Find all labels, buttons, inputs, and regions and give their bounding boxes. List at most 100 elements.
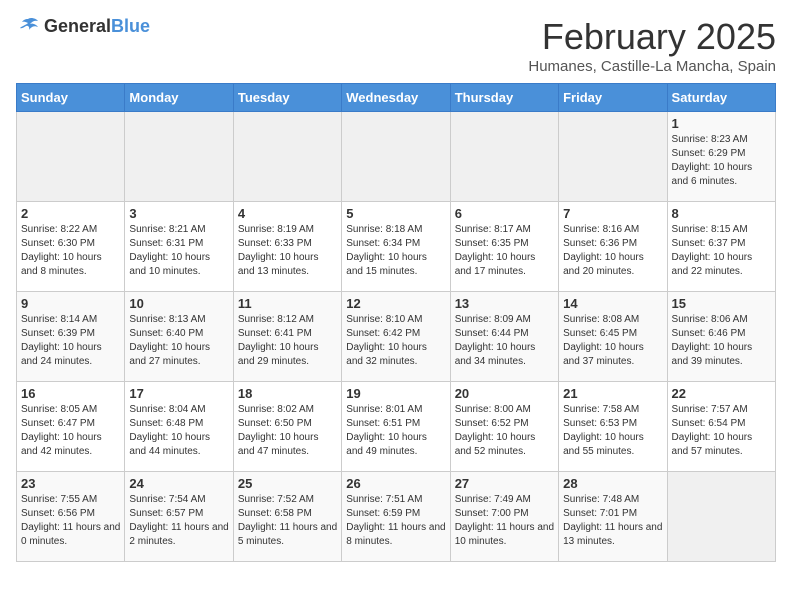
day-number: 25 bbox=[238, 476, 337, 491]
calendar-cell: 14 Sunrise: 8:08 AM Sunset: 6:45 PM Dayli… bbox=[559, 292, 667, 382]
calendar-cell: 3 Sunrise: 8:21 AM Sunset: 6:31 PM Daylig… bbox=[125, 202, 233, 292]
weekday-header-sunday: Sunday bbox=[17, 84, 125, 112]
day-number: 19 bbox=[346, 386, 445, 401]
calendar-cell: 25 Sunrise: 7:52 AM Sunset: 6:58 PM Dayli… bbox=[233, 472, 341, 562]
calendar-cell bbox=[450, 112, 558, 202]
day-number: 6 bbox=[455, 206, 554, 221]
calendar-cell bbox=[342, 112, 450, 202]
calendar-cell bbox=[667, 472, 775, 562]
day-number: 8 bbox=[672, 206, 771, 221]
logo: GeneralBlue bbox=[16, 16, 150, 37]
calendar-cell: 22 Sunrise: 7:57 AM Sunset: 6:54 PM Dayli… bbox=[667, 382, 775, 472]
cell-info: Sunrise: 8:19 AM Sunset: 6:33 PM Dayligh… bbox=[238, 223, 337, 279]
calendar-cell: 2 Sunrise: 8:22 AM Sunset: 6:30 PM Daylig… bbox=[17, 202, 125, 292]
cell-info: Sunrise: 8:13 AM Sunset: 6:40 PM Dayligh… bbox=[129, 313, 228, 369]
day-number: 14 bbox=[563, 296, 662, 311]
calendar-cell bbox=[559, 112, 667, 202]
calendar-week-2: 2 Sunrise: 8:22 AM Sunset: 6:30 PM Daylig… bbox=[17, 202, 776, 292]
cell-info: Sunrise: 7:55 AM Sunset: 6:56 PM Dayligh… bbox=[21, 493, 120, 549]
cell-info: Sunrise: 8:22 AM Sunset: 6:30 PM Dayligh… bbox=[21, 223, 120, 279]
calendar-cell: 13 Sunrise: 8:09 AM Sunset: 6:44 PM Dayli… bbox=[450, 292, 558, 382]
header: GeneralBlue February 2025 Humanes, Casti… bbox=[16, 16, 776, 75]
calendar-cell: 8 Sunrise: 8:15 AM Sunset: 6:37 PM Daylig… bbox=[667, 202, 775, 292]
cell-info: Sunrise: 7:58 AM Sunset: 6:53 PM Dayligh… bbox=[563, 403, 662, 459]
day-number: 28 bbox=[563, 476, 662, 491]
calendar-cell bbox=[125, 112, 233, 202]
calendar-cell: 12 Sunrise: 8:10 AM Sunset: 6:42 PM Dayli… bbox=[342, 292, 450, 382]
cell-info: Sunrise: 7:54 AM Sunset: 6:57 PM Dayligh… bbox=[129, 493, 228, 549]
cell-info: Sunrise: 8:21 AM Sunset: 6:31 PM Dayligh… bbox=[129, 223, 228, 279]
cell-info: Sunrise: 8:05 AM Sunset: 6:47 PM Dayligh… bbox=[21, 403, 120, 459]
day-number: 26 bbox=[346, 476, 445, 491]
cell-info: Sunrise: 7:49 AM Sunset: 7:00 PM Dayligh… bbox=[455, 493, 554, 549]
calendar-cell: 5 Sunrise: 8:18 AM Sunset: 6:34 PM Daylig… bbox=[342, 202, 450, 292]
logo-text: GeneralBlue bbox=[44, 16, 150, 37]
weekday-header-friday: Friday bbox=[559, 84, 667, 112]
cell-info: Sunrise: 8:14 AM Sunset: 6:39 PM Dayligh… bbox=[21, 313, 120, 369]
cell-info: Sunrise: 8:12 AM Sunset: 6:41 PM Dayligh… bbox=[238, 313, 337, 369]
calendar-cell: 28 Sunrise: 7:48 AM Sunset: 7:01 PM Dayli… bbox=[559, 472, 667, 562]
cell-info: Sunrise: 7:51 AM Sunset: 6:59 PM Dayligh… bbox=[346, 493, 445, 549]
calendar-cell: 20Sunrise: 8:00 AM Sunset: 6:52 PM Dayli… bbox=[450, 382, 558, 472]
logo-general: General bbox=[44, 16, 111, 36]
weekday-header-wednesday: Wednesday bbox=[342, 84, 450, 112]
calendar-subtitle: Humanes, Castille-La Mancha, Spain bbox=[528, 58, 776, 75]
calendar-cell: 9 Sunrise: 8:14 AM Sunset: 6:39 PM Daylig… bbox=[17, 292, 125, 382]
calendar-table: SundayMondayTuesdayWednesdayThursdayFrid… bbox=[16, 83, 776, 562]
cell-info: Sunrise: 8:06 AM Sunset: 6:46 PM Dayligh… bbox=[672, 313, 771, 369]
day-number: 17 bbox=[129, 386, 228, 401]
day-number: 10 bbox=[129, 296, 228, 311]
day-number: 2 bbox=[21, 206, 120, 221]
weekday-header-tuesday: Tuesday bbox=[233, 84, 341, 112]
calendar-cell: 19 Sunrise: 8:01 AM Sunset: 6:51 PM Dayli… bbox=[342, 382, 450, 472]
cell-info: Sunrise: 8:04 AM Sunset: 6:48 PM Dayligh… bbox=[129, 403, 228, 459]
weekday-header-row: SundayMondayTuesdayWednesdayThursdayFrid… bbox=[17, 84, 776, 112]
cell-info: Sunrise: 7:52 AM Sunset: 6:58 PM Dayligh… bbox=[238, 493, 337, 549]
day-number: 22 bbox=[672, 386, 771, 401]
day-number: 16 bbox=[21, 386, 120, 401]
cell-info: Sunrise: 7:57 AM Sunset: 6:54 PM Dayligh… bbox=[672, 403, 771, 459]
calendar-cell: 23 Sunrise: 7:55 AM Sunset: 6:56 PM Dayli… bbox=[17, 472, 125, 562]
cell-info: Sunrise: 8:01 AM Sunset: 6:51 PM Dayligh… bbox=[346, 403, 445, 459]
calendar-cell: 24Sunrise: 7:54 AM Sunset: 6:57 PM Dayli… bbox=[125, 472, 233, 562]
calendar-week-3: 9 Sunrise: 8:14 AM Sunset: 6:39 PM Daylig… bbox=[17, 292, 776, 382]
calendar-cell bbox=[233, 112, 341, 202]
cell-info: Sunrise: 8:15 AM Sunset: 6:37 PM Dayligh… bbox=[672, 223, 771, 279]
day-number: 3 bbox=[129, 206, 228, 221]
day-number: 5 bbox=[346, 206, 445, 221]
cell-info: Sunrise: 8:17 AM Sunset: 6:35 PM Dayligh… bbox=[455, 223, 554, 279]
calendar-cell: 27Sunrise: 7:49 AM Sunset: 7:00 PM Dayli… bbox=[450, 472, 558, 562]
weekday-header-saturday: Saturday bbox=[667, 84, 775, 112]
cell-info: Sunrise: 8:10 AM Sunset: 6:42 PM Dayligh… bbox=[346, 313, 445, 369]
day-number: 7 bbox=[563, 206, 662, 221]
calendar-cell: 18Sunrise: 8:02 AM Sunset: 6:50 PM Dayli… bbox=[233, 382, 341, 472]
day-number: 11 bbox=[238, 296, 337, 311]
cell-info: Sunrise: 8:08 AM Sunset: 6:45 PM Dayligh… bbox=[563, 313, 662, 369]
calendar-cell: 26 Sunrise: 7:51 AM Sunset: 6:59 PM Dayli… bbox=[342, 472, 450, 562]
cell-info: Sunrise: 8:18 AM Sunset: 6:34 PM Dayligh… bbox=[346, 223, 445, 279]
calendar-cell: 7 Sunrise: 8:16 AM Sunset: 6:36 PM Daylig… bbox=[559, 202, 667, 292]
day-number: 12 bbox=[346, 296, 445, 311]
day-number: 9 bbox=[21, 296, 120, 311]
weekday-header-monday: Monday bbox=[125, 84, 233, 112]
cell-info: Sunrise: 8:02 AM Sunset: 6:50 PM Dayligh… bbox=[238, 403, 337, 459]
logo-bird-icon bbox=[16, 17, 40, 37]
day-number: 15 bbox=[672, 296, 771, 311]
calendar-cell bbox=[17, 112, 125, 202]
day-number: 23 bbox=[21, 476, 120, 491]
calendar-cell: 10 Sunrise: 8:13 AM Sunset: 6:40 PM Dayli… bbox=[125, 292, 233, 382]
cell-info: Sunrise: 8:09 AM Sunset: 6:44 PM Dayligh… bbox=[455, 313, 554, 369]
day-number: 13 bbox=[455, 296, 554, 311]
calendar-cell: 15 Sunrise: 8:06 AM Sunset: 6:46 PM Dayli… bbox=[667, 292, 775, 382]
day-number: 21 bbox=[563, 386, 662, 401]
cell-info: Sunrise: 8:00 AM Sunset: 6:52 PM Dayligh… bbox=[455, 403, 554, 459]
title-area: February 2025 Humanes, Castille-La Manch… bbox=[528, 16, 776, 75]
calendar-cell: 16 Sunrise: 8:05 AM Sunset: 6:47 PM Dayli… bbox=[17, 382, 125, 472]
calendar-week-5: 23 Sunrise: 7:55 AM Sunset: 6:56 PM Dayli… bbox=[17, 472, 776, 562]
cell-info: Sunrise: 7:48 AM Sunset: 7:01 PM Dayligh… bbox=[563, 493, 662, 549]
weekday-header-thursday: Thursday bbox=[450, 84, 558, 112]
logo-blue: Blue bbox=[111, 16, 150, 36]
calendar-cell: 11 Sunrise: 8:12 AM Sunset: 6:41 PM Dayli… bbox=[233, 292, 341, 382]
cell-info: Sunrise: 8:16 AM Sunset: 6:36 PM Dayligh… bbox=[563, 223, 662, 279]
calendar-cell: 6 Sunrise: 8:17 AM Sunset: 6:35 PM Daylig… bbox=[450, 202, 558, 292]
